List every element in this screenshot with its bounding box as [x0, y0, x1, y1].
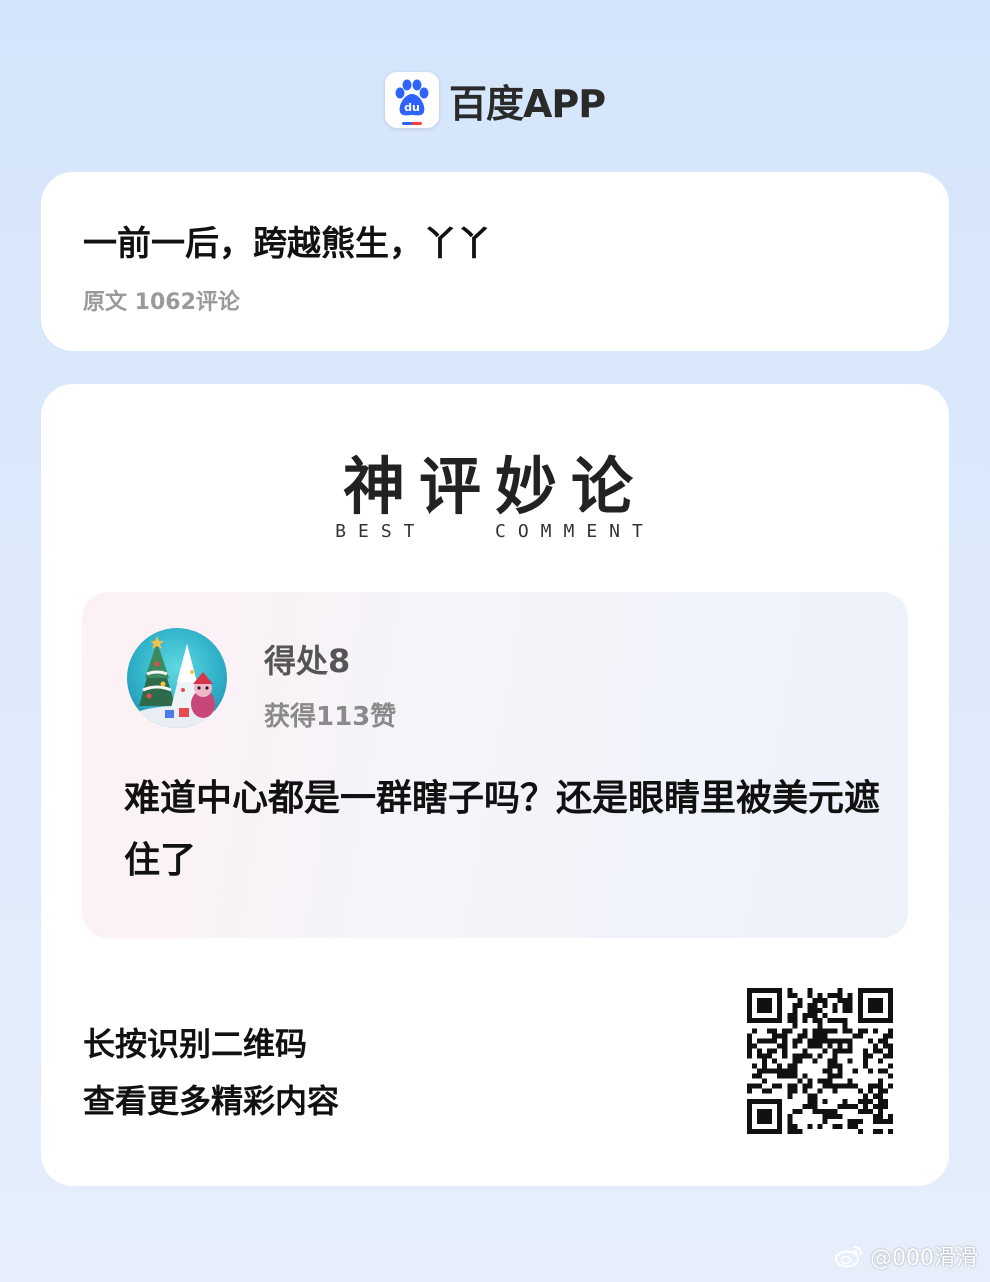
baidu-paw-icon: du: [384, 72, 439, 128]
qr-instructions: 长按识别二维码 查看更多精彩内容: [83, 1016, 339, 1130]
post-card[interactable]: 一前一后，跨越熊生，丫丫 原文 1062评论: [41, 172, 949, 351]
user-avatar[interactable]: [127, 628, 227, 728]
weibo-icon: [835, 1246, 862, 1268]
best-comment-subtitle: BEST COMMENT: [335, 521, 655, 542]
post-title: 一前一后，跨越熊生，丫丫: [83, 224, 491, 264]
logo-du-text: du: [404, 101, 420, 114]
watermark-text: @000滑滑: [870, 1246, 978, 1271]
header: du 百度APP: [0, 70, 990, 130]
app-name: 百度APP: [448, 81, 606, 126]
app-logo: du 百度APP: [384, 72, 606, 128]
qr-code-icon[interactable]: [747, 988, 893, 1134]
best-comment-title: 神评妙论: [342, 450, 647, 523]
post-meta[interactable]: 原文 1062评论: [83, 284, 240, 316]
comment-text: 难道中心都是一群瞎子吗？还是眼睛里被美元遮住了: [124, 778, 881, 881]
user-name[interactable]: 得处8: [264, 636, 350, 682]
qr-line-1: 长按识别二维码: [83, 1025, 308, 1063]
qr-line-2: 查看更多精彩内容: [83, 1082, 340, 1120]
comment-box: 得处8 获得113赞 难道中心都是一群瞎子吗？还是眼睛里被美元遮住了: [82, 592, 908, 938]
best-comment-card: 神评妙论 BEST COMMENT 得处8 获得113赞 难道中心都是一群瞎子吗…: [41, 384, 949, 1186]
logo-underline: [401, 122, 422, 125]
christmas-tree-avatar: [129, 636, 225, 728]
watermark: @000滑滑: [834, 1240, 978, 1272]
like-count: 获得113赞: [264, 702, 397, 732]
